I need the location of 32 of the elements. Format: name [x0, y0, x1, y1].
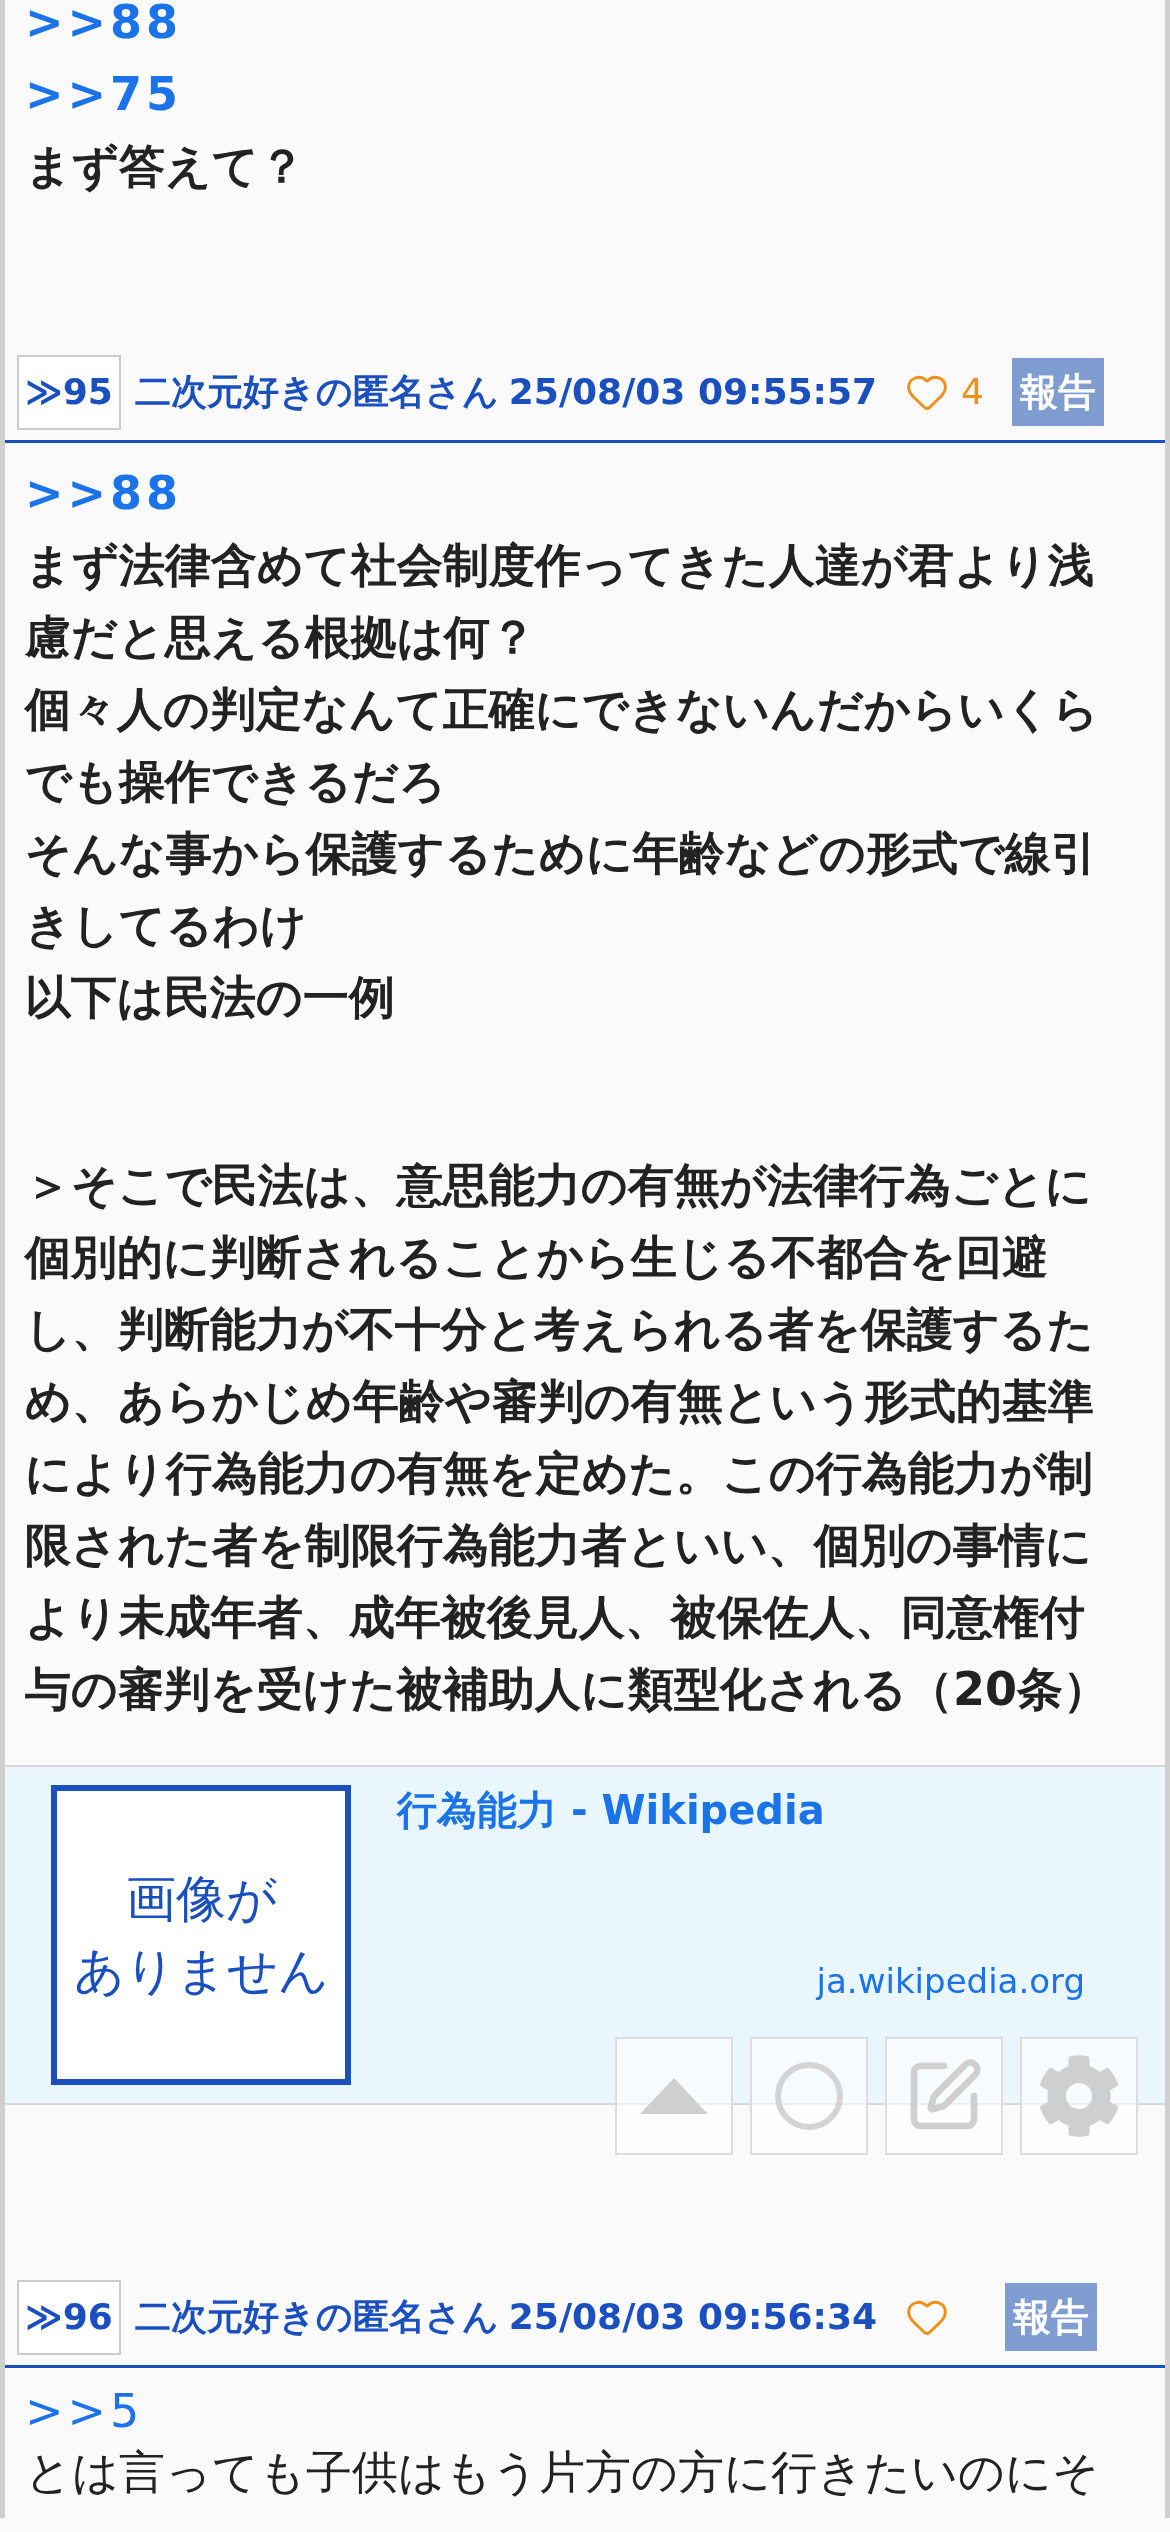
no-image-text: 画像が: [125, 1869, 277, 1930]
link-card[interactable]: 画像が ありません 行為能力 - Wikipedia ja.wikipedia.org: [5, 1765, 1165, 2105]
post-text: まず法律含めて社会制度作ってきた人達が君より浅慮だと思える根拠は何？: [25, 537, 1095, 666]
floating-button[interactable]: [750, 2037, 868, 2155]
circle-icon: [774, 2061, 844, 2131]
reply-anchor-link[interactable]: >>88: [25, 465, 183, 521]
post-number-button[interactable]: ≫95: [17, 354, 121, 430]
report-button[interactable]: 報告: [1005, 2283, 1097, 2351]
floating-button[interactable]: [1020, 2037, 1138, 2155]
post-text: まず答えて？: [25, 138, 306, 195]
post-text: 以下は民法の一例: [25, 969, 396, 1026]
up-triangle-icon: [640, 2078, 708, 2114]
like-button[interactable]: 4: [905, 365, 984, 419]
poster-name: 二次元好きの匿名さん: [134, 370, 499, 414]
post-text: ＞そこで民法は、意思能力の有無が法律行為ごとに個別的に判断されることから生じる不都合を回避し、判断能力が不十分と考えられる者を保護するため、あらかじめ年齢や審判の有無という形式的基準により行為能力の有無を定めた。この行為能力が制限された者を制限行為能力者といい、個別の事情により未成年者、成年被後見人、被保佐人、同意権付与の審判を受けた被補助人に類型化される（20条）: [25, 1157, 1110, 1718]
post-text: 個々人の判定なんて正確にできないんだからいくらでも操作できるだろ: [25, 681, 1100, 810]
floating-button[interactable]: [885, 2037, 1003, 2155]
reply-anchor-link[interactable]: >>5: [25, 2383, 144, 2439]
post-date: 25/08/03 09:56:34: [508, 2295, 877, 2339]
report-button[interactable]: 報告: [1011, 358, 1104, 426]
floating-button[interactable]: [615, 2037, 733, 2155]
post-date: 25/08/03 09:55:57: [508, 370, 877, 414]
link-domain: ja.wikipedia.org: [816, 1960, 1085, 2003]
poster-name: 二次元好きの匿名さん: [134, 2295, 499, 2339]
no-image-text: ありません: [73, 1941, 329, 2002]
post-number-button[interactable]: ≫96: [17, 2279, 121, 2355]
reply-anchor-link[interactable]: >>75: [25, 66, 183, 122]
reply-anchor-link[interactable]: >>88: [25, 0, 183, 50]
post-text: とは言っても子供はもう片方の方に行きたいのにそ: [25, 2444, 1100, 2501]
link-title[interactable]: 行為能力 - Wikipedia: [397, 1785, 1085, 1835]
settings-icon: [1037, 2054, 1121, 2138]
post-text: そんな事から保護するために年齢などの形式で線引きしてるわけ: [25, 825, 1098, 954]
